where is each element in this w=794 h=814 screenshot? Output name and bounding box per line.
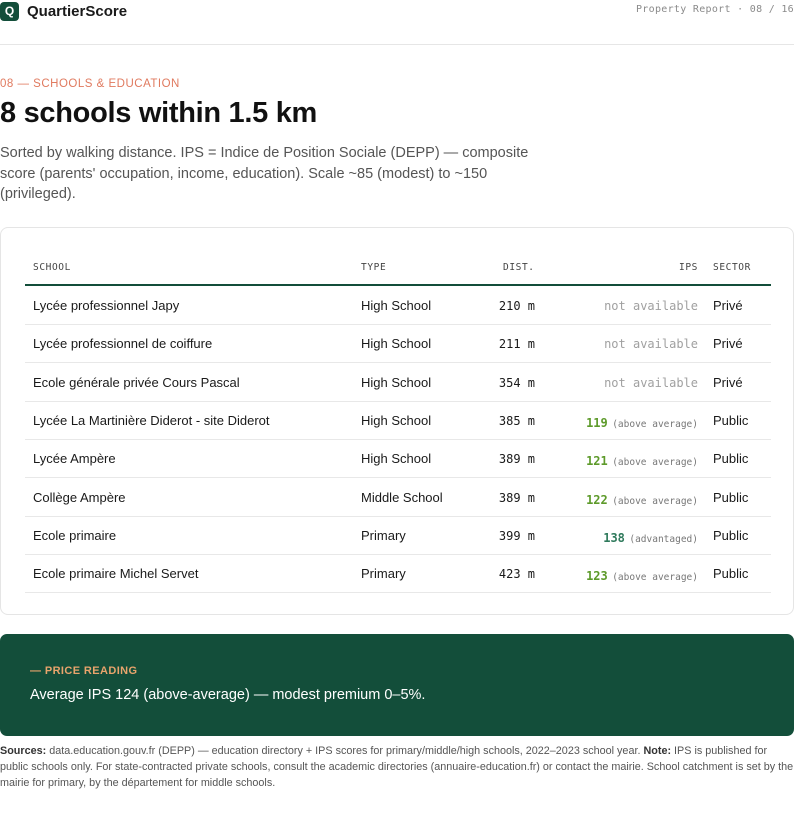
table-row: Ecole primaire Primary 399 m 138 (advantage… [25,517,771,555]
school-sector: Privé [713,298,743,313]
school-sector: Public [713,451,749,467]
ips-score: 119 (above average) [586,414,698,432]
school-name: Lycée Ampère [33,451,116,467]
school-name: Lycée La Martinière Diderot - site Dider… [33,412,270,428]
table-row: Lycée professionnel Japy High School 210 m… [25,287,771,325]
column-header-dist: DIST. [503,262,535,273]
price-reading-kicker: — PRICE READING [30,665,138,677]
table-row: Collège Ampère Middle School 389 m 122 (abo… [25,479,771,517]
ips-value: 123 [586,569,608,584]
sources-label: Sources: [0,745,47,757]
school-sector: Public [713,412,749,428]
school-sector: Public [713,566,749,582]
column-header-type: TYPE [361,262,387,273]
school-sector: Privé [713,336,743,352]
table-row: Lycée La Martinière Diderot - site Dider… [25,402,771,440]
school-distance: 389 m [498,490,535,505]
ips-value: 122 [586,492,608,507]
table-header: SCHOOL TYPE DIST. IPS SECTOR [25,260,771,286]
school-name: Ecole générale privée Cours Pascal [33,374,240,390]
table-row: Lycée Ampère High School 389 m 121 (above a… [25,440,771,479]
school-type: High School [361,336,432,352]
ips-category: (above average) [612,457,698,469]
school-type: Primary [361,527,406,543]
school-name: Collège Ampère [33,489,126,505]
ips-score: 122 (above average) [586,491,698,509]
price-reading-text: Average IPS 124 (above-average) — modest… [30,687,426,703]
school-name: Lycée professionnel de coiffure [33,336,213,352]
sources-footnote: Sources: data.education.gouv.fr (DEPP) —… [0,743,794,791]
ips-not-available: not available [604,375,698,390]
school-distance: 385 m [498,413,535,428]
table-row: Ecole générale privée Cours Pascal High S… [25,364,771,402]
table-row: Lycée professionnel de coiffure High Scho… [25,325,771,364]
ips-value: 138 [603,530,625,545]
page-title: 8 schools within 1.5 km [0,97,318,129]
ips-category: (above average) [612,495,698,507]
school-distance: 423 m [498,567,535,582]
note-label: Note: [643,745,672,757]
school-name: Ecole primaire [33,527,117,543]
school-distance: 354 m [498,375,535,390]
school-sector: Public [713,527,749,543]
price-reading-panel: — PRICE READING Average IPS 124 (above-a… [0,634,794,736]
ips-not-available: not available [604,299,698,313]
ips-value: 121 [586,454,608,469]
school-distance: 389 m [498,452,535,467]
school-type: High School [361,451,432,467]
schools-table-card: SCHOOL TYPE DIST. IPS SECTOR Lycée profe… [0,227,794,615]
school-name: Ecole primaire Michel Servet [33,566,199,582]
column-header-school: SCHOOL [33,262,71,273]
school-type: High School [361,298,432,313]
column-header-ips: IPS [679,262,698,273]
report-page-indicator: Property Report · 08 / 16 [635,4,794,15]
section-kicker: 08 — SCHOOLS & EDUCATION [0,78,180,90]
logo-icon: Q [0,2,19,21]
school-name: Lycée professionnel Japy [33,298,180,313]
sources-text: data.education.gouv.fr (DEPP) — educatio… [46,745,644,757]
school-sector: Public [713,489,749,505]
ips-category: (advantaged) [629,533,698,545]
section-subtitle: Sorted by walking distance. IPS = Indice… [0,145,529,202]
school-type: Primary [361,566,406,582]
ips-score: 138 (advantaged) [603,529,698,547]
ips-score: 121 (above average) [586,452,698,470]
table-row: Ecole primaire Michel Servet Primary 423 m… [25,555,771,594]
school-distance: 211 m [498,337,535,352]
ips-not-available: not available [604,337,698,352]
brand-name[interactable]: QuartierScore [27,2,127,21]
school-distance: 210 m [498,299,535,313]
ips-category: (above average) [612,418,698,430]
school-type: Middle School [361,489,443,505]
school-type: High School [361,412,432,428]
school-type: High School [361,374,432,390]
ips-value: 119 [586,415,608,430]
ips-category: (above average) [612,572,698,584]
ips-score: 123 (above average) [586,567,698,585]
school-distance: 399 m [498,528,535,543]
column-header-sector: SECTOR [713,262,751,273]
school-sector: Privé [713,374,743,390]
top-bar: Q QuartierScore Property Report · 08 / 1… [0,0,794,45]
